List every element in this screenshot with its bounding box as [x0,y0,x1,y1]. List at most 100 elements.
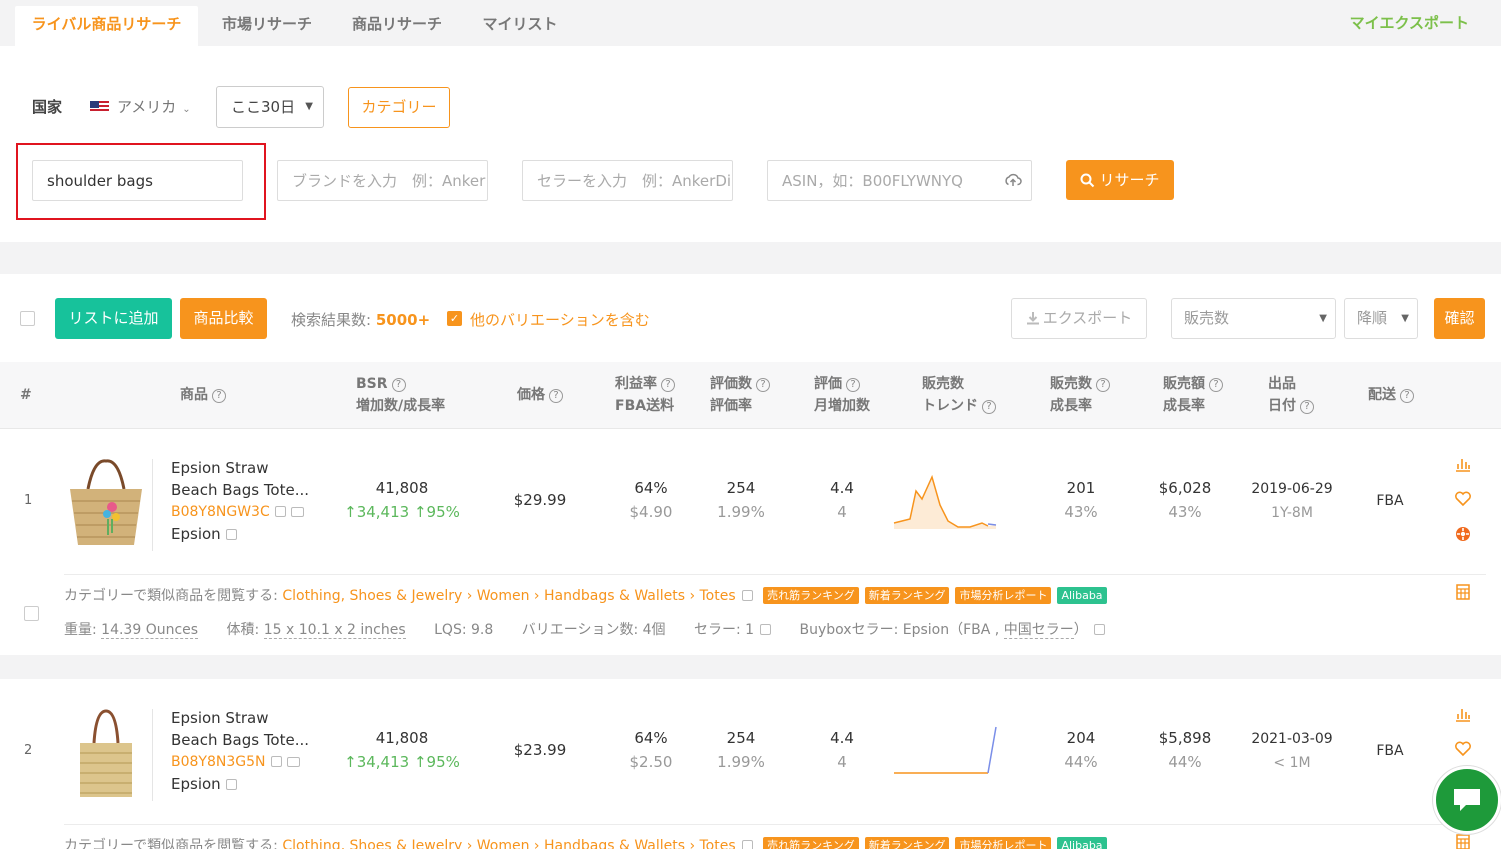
us-flag-icon [90,101,109,113]
help-icon: ? [212,389,226,403]
new-release-ranking-tag[interactable]: 新着ランキング [864,587,950,604]
tab-my-list[interactable]: マイリスト [470,6,570,46]
tab-rival-research[interactable]: ライバル商品リサーチ [15,6,198,46]
external-link-icon[interactable] [274,506,286,517]
row-gap [0,655,1501,679]
col-shipping[interactable]: 配送? [1368,384,1414,406]
help-icon: ? [549,389,563,403]
new-release-ranking-tag[interactable]: 新着ランキング [864,837,950,849]
sales-trend-sparkline[interactable] [892,721,1000,781]
alibaba-tag[interactable]: Alibaba [1057,837,1107,849]
bsr-increase: 34,413 [356,503,410,521]
product-title[interactable]: Epsion Straw Beach Bags Tote... [171,457,321,501]
sort-order-select[interactable]: 降順 ▼ [1344,298,1418,339]
brand-link[interactable]: Epsion [171,525,237,543]
category-button[interactable]: カテゴリー [348,87,450,128]
col-sales-trend[interactable]: 販売数 トレンド? [922,373,996,417]
market-report-tag[interactable]: 市場分析レポート [955,837,1052,849]
calculator-icon[interactable] [1454,833,1472,849]
col-reviews[interactable]: 評価数? 評価率 [710,373,770,417]
external-link-icon[interactable] [225,529,237,540]
heart-icon[interactable] [1454,740,1472,758]
col-price[interactable]: 価格? [517,384,563,406]
col-sales-trend-label: 販売数 [922,376,964,392]
select-all-checkbox[interactable] [20,311,35,326]
category-path-link[interactable]: Clothing, Shoes & Jewelry › Women › Hand… [282,588,735,604]
product-title[interactable]: Epsion Straw Beach Bags Tote... [171,707,321,751]
external-link-icon[interactable] [1093,624,1105,635]
col-revenue[interactable]: 販売額? 成長率 [1163,373,1223,417]
confirm-button[interactable]: 確認 [1434,298,1485,339]
tab-product-research[interactable]: 商品リサーチ [342,6,452,46]
sales-trend-sparkline[interactable] [892,471,1000,531]
comment-icon[interactable] [290,507,304,517]
external-link-icon[interactable] [760,624,772,635]
external-link-icon[interactable] [741,840,753,849]
add-to-list-button[interactable]: リストに追加 [55,298,172,339]
col-listed[interactable]: 出品 日付? [1268,373,1314,417]
bar-chart-icon[interactable] [1454,705,1472,723]
asin-link[interactable]: B08Y8NGW3C [171,504,304,520]
bsr-rate: 95% [426,753,460,771]
size-value: 15 x 10.1 x 2 inches [263,622,406,639]
period-select[interactable]: ここ30日 ▼ [216,86,324,128]
alibaba-tag[interactable]: Alibaba [1057,587,1107,604]
col-product[interactable]: 商品? [180,384,226,406]
chat-button[interactable] [1433,766,1501,834]
bar-chart-icon[interactable] [1454,455,1472,473]
search-button[interactable]: リサーチ [1066,160,1174,200]
bestseller-ranking-tag[interactable]: 売れ筋ランキング [763,837,859,849]
asin-link[interactable]: B08Y8N3G5N [171,754,300,770]
upload-cloud-icon[interactable] [1004,171,1022,189]
category-path-link[interactable]: Clothing, Shoes & Jewelry › Women › Hand… [282,838,735,849]
export-button-label: エクスポート [1042,309,1133,327]
revenue-cell: $6,028 43% [1145,476,1225,524]
product-image[interactable] [64,459,148,549]
fba-fee-value: $4.90 [629,503,673,521]
help-icon: ? [846,378,860,392]
external-link-icon[interactable] [225,779,237,790]
col-sales-trend-sub: トレンド [922,398,978,414]
col-bsr[interactable]: BSR? 増加数/成長率 [356,373,445,417]
col-rating-sub: 月増加数 [814,398,870,414]
action-bar: リストに追加 商品比較 検索結果数: 5000+ ✓ 他のバリエーションを含む … [0,274,1501,362]
external-link-icon[interactable] [741,590,753,601]
product-image[interactable] [64,709,148,799]
col-rating[interactable]: 評価? 月増加数 [814,373,870,417]
external-link-icon[interactable] [270,756,282,767]
listed-cell: 2021-03-09 < 1M [1242,727,1342,775]
market-report-tag[interactable]: 市場分析レポート [955,587,1052,604]
alibaba-compare-icon[interactable] [1454,525,1472,543]
col-sales[interactable]: 販売数? 成長率 [1050,373,1110,417]
margin-cell: 64% $2.50 [615,726,687,774]
col-margin[interactable]: 利益率? FBA送料 [615,373,675,417]
seller-count: セラー: 1 [693,622,755,638]
comment-icon[interactable] [286,757,300,767]
col-bsr-label: BSR [356,376,388,392]
brand-link[interactable]: Epsion [171,775,237,793]
compare-button[interactable]: 商品比較 [180,298,267,339]
col-price-label: 価格 [517,387,545,403]
include-variations-label[interactable]: 他のバリエーションを含む [470,309,650,330]
brand-value: Epsion [171,525,221,543]
row-checkbox[interactable] [24,606,39,621]
col-reviews-sub: 評価率 [710,398,752,414]
product-meta: 重量: 14.39 Ounces 体積: 15 x 10.1 x 2 inche… [64,619,1105,639]
sort-field-select[interactable]: 販売数 ▼ [1171,298,1336,339]
bsr-value: 41,808 [375,479,429,497]
heart-icon[interactable] [1454,490,1472,508]
weight-label: 重量: [64,622,97,638]
bsr-cell: 41,808 ↑34,413 ↑95% [340,476,464,524]
download-icon [1026,312,1039,325]
export-button[interactable]: エクスポート [1011,298,1147,339]
tab-market-research[interactable]: 市場リサーチ [212,6,322,46]
brand-input[interactable] [277,160,488,201]
bestseller-ranking-tag[interactable]: 売れ筋ランキング [763,587,859,604]
include-variations-checkbox[interactable]: ✓ [447,311,462,326]
seller-input[interactable] [522,160,733,201]
my-export-link[interactable]: マイエクスポート [1350,12,1469,33]
calculator-icon[interactable] [1454,583,1472,601]
keyword-input[interactable] [32,160,243,201]
country-select[interactable]: アメリカ ⌄ [90,96,191,117]
asin-input[interactable] [767,160,1032,201]
